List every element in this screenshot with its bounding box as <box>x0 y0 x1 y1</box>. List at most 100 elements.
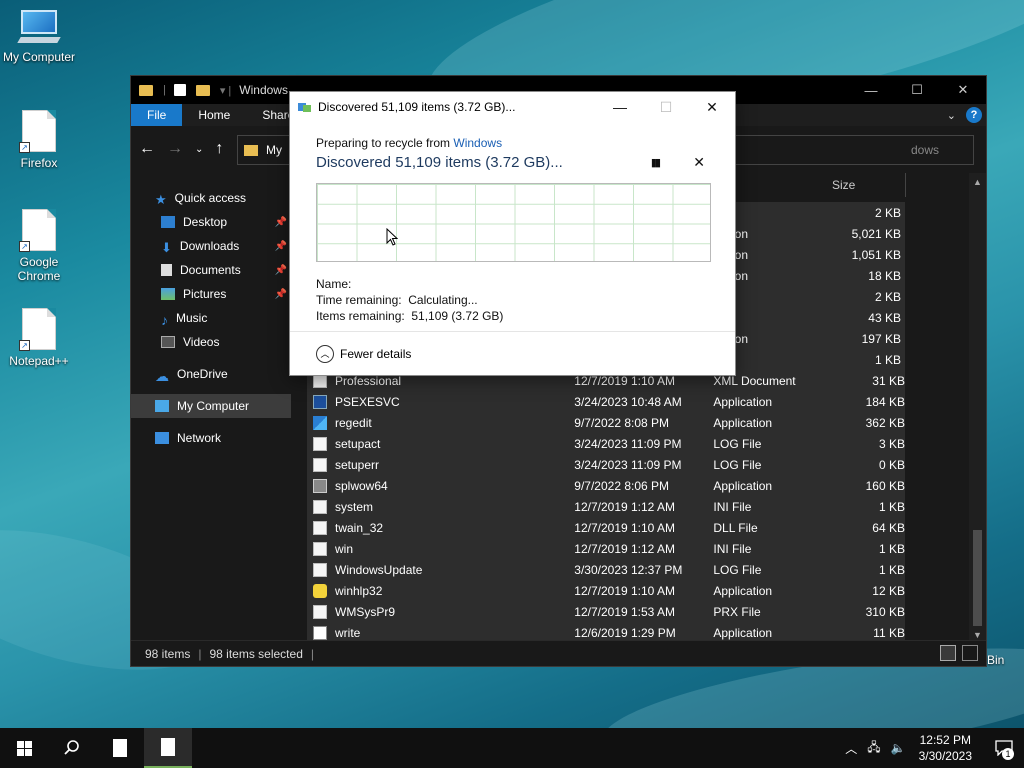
sidebar-item-quick-access[interactable]: ★ Quick access <box>131 186 291 210</box>
sidebar-item-desktop[interactable]: Desktop 📌 <box>131 210 291 234</box>
details-view-icon[interactable] <box>940 645 956 661</box>
items-remaining: Items remaining: 51,109 (3.72 GB) <box>316 309 504 323</box>
progress-heading-text: Discovered 51,109 items (3.72 GB)... <box>316 154 563 171</box>
file-type: LOG File <box>713 457 762 472</box>
expand-ribbon-icon[interactable]: ⌄ <box>947 109 956 122</box>
file-type: PRX File <box>713 604 761 619</box>
help-icon <box>313 583 327 598</box>
search-input[interactable]: dows <box>704 135 974 165</box>
maximize-button[interactable]: ☐ <box>894 76 940 104</box>
table-row[interactable]: WindowsUpdate 3/30/2023 12:37 PM LOG File 1… <box>307 559 905 580</box>
desktop-icon-google-chrome[interactable]: ↗ Google Chrome <box>1 209 77 283</box>
qat-dropdown-icon[interactable]: ▾ | <box>220 84 231 97</box>
pin-icon[interactable]: 📌 <box>275 241 287 252</box>
recent-locations-icon[interactable]: ⌄ <box>195 144 203 155</box>
network-icon[interactable]: 🖧 <box>867 738 880 759</box>
new-folder-icon[interactable] <box>195 84 210 96</box>
desktop-icon-notepad-plus-plus[interactable]: ↗ Notepad++ <box>1 308 77 368</box>
folder-icon <box>139 84 153 96</box>
dialog-maximize-button[interactable]: ☐ <box>643 92 689 122</box>
file-type: Application <box>713 478 773 493</box>
table-row[interactable]: WMSysPr9 12/7/2019 1:53 AM PRX File 310 KB <box>307 601 905 622</box>
table-row[interactable]: twain_32 12/7/2019 1:10 AM DLL File 64 KB <box>307 517 905 538</box>
pause-icon[interactable]: ▮▮ <box>651 156 661 169</box>
file-icon <box>113 739 127 757</box>
pin-icon[interactable]: 📌 <box>275 265 287 276</box>
file-type: DLL File <box>713 520 758 535</box>
file-icon <box>313 457 327 472</box>
file-name: splwow64 <box>335 478 388 493</box>
table-row[interactable]: win 12/7/2019 1:12 AM INI File 1 KB <box>307 538 905 559</box>
column-header-size[interactable]: Size <box>832 173 855 197</box>
table-row[interactable]: regedit 9/7/2022 8:08 PM Application 362 KB <box>307 412 905 433</box>
file-name: WindowsUpdate <box>335 562 423 577</box>
file-name: winhlp32 <box>335 583 383 598</box>
taskbar-app-file[interactable] <box>96 728 144 768</box>
computer-icon <box>17 10 61 46</box>
sidebar-item-label: Desktop <box>183 215 228 229</box>
source-folder-link[interactable]: Windows <box>453 136 502 150</box>
sidebar-item-videos[interactable]: Videos <box>131 330 291 354</box>
volume-icon[interactable]: 🔈 <box>891 741 906 755</box>
up-arrow-icon[interactable]: ↑ <box>215 140 223 158</box>
table-row[interactable]: splwow64 9/7/2022 8:06 PM Application 160 K… <box>307 475 905 496</box>
sidebar-item-label: Quick access <box>174 191 247 205</box>
preparing-text: Preparing to recycle from Windows <box>316 136 709 150</box>
back-arrow-icon[interactable]: ← <box>139 140 155 158</box>
search-icon <box>64 740 79 755</box>
scroll-up-icon[interactable]: ▲ <box>969 173 986 190</box>
vertical-scrollbar[interactable]: ▲ ▼ <box>969 173 986 643</box>
dialog-titlebar[interactable]: Discovered 51,109 items (3.72 GB)... — ☐… <box>290 92 735 122</box>
sidebar-item-network[interactable]: Network <box>131 426 291 450</box>
desktop-icon-label: Google Chrome <box>17 255 61 283</box>
fewer-details-button[interactable]: ︿ Fewer details <box>316 344 411 363</box>
tab-home[interactable]: Home <box>182 104 246 126</box>
sidebar-item-downloads[interactable]: ⬇ Downloads 📌 <box>131 234 291 258</box>
file-date: 9/7/2022 8:06 PM <box>574 478 670 493</box>
pin-icon[interactable]: 📌 <box>275 289 287 300</box>
pin-icon[interactable]: 📌 <box>275 217 287 228</box>
file-size: 11 KB <box>873 625 905 640</box>
file-type: LOG File <box>713 436 762 451</box>
cloud-icon: ☁ <box>155 368 169 384</box>
sidebar-item-music[interactable]: ♪ Music <box>131 306 291 330</box>
large-icons-view-icon[interactable] <box>962 645 978 661</box>
file-date: 3/30/2023 12:37 PM <box>574 562 683 577</box>
file-icon <box>313 604 327 619</box>
start-button[interactable] <box>0 728 48 768</box>
dialog-minimize-button[interactable]: — <box>597 92 643 122</box>
table-row[interactable]: winhlp32 12/7/2019 1:10 AM Application 12 K… <box>307 580 905 601</box>
sidebar-item-onedrive[interactable]: ☁ OneDrive <box>131 362 291 386</box>
file-size: 184 KB <box>865 394 905 409</box>
table-row[interactable]: setuperr 3/24/2023 11:09 PM LOG File 0 KB <box>307 454 905 475</box>
desktop-icon-firefox[interactable]: ↗ Firefox <box>1 110 77 170</box>
dialog-close-button[interactable]: ✕ <box>689 92 735 122</box>
table-row[interactable]: setupact 3/24/2023 11:09 PM LOG File 3 KB <box>307 433 905 454</box>
help-icon[interactable]: ? <box>966 107 982 123</box>
action-center-button[interactable]: 1 <box>984 728 1024 768</box>
scrollbar-thumb[interactable] <box>973 530 982 626</box>
sidebar-item-documents[interactable]: Documents 📌 <box>131 258 291 282</box>
file-list: Professional 12/7/2019 1:10 AM XML Documen… <box>307 370 905 643</box>
close-button[interactable]: ✕ <box>940 76 986 104</box>
sidebar-item-pictures[interactable]: Pictures 📌 <box>131 282 291 306</box>
sidebar-item-my-computer[interactable]: My Computer <box>131 394 291 418</box>
search-button[interactable] <box>48 728 96 768</box>
properties-icon[interactable] <box>173 84 186 96</box>
column-divider[interactable] <box>905 173 906 197</box>
minimize-button[interactable]: — <box>848 76 894 104</box>
file-size: 1 KB <box>878 499 905 514</box>
table-row[interactable]: PSEXESVC 3/24/2023 10:48 AM Application 184… <box>307 391 905 412</box>
forward-arrow-icon[interactable]: → <box>167 140 183 158</box>
time-remaining: Time remaining: Calculating... <box>316 293 478 307</box>
cancel-icon[interactable]: ✕ <box>693 154 705 171</box>
address-bar[interactable]: My <box>237 135 297 165</box>
taskbar-app-file-active[interactable] <box>144 728 192 768</box>
tab-file[interactable]: File <box>131 104 183 126</box>
clock[interactable]: 12:52 PM 3/30/2023 <box>919 732 972 764</box>
desktop-icon-my-computer[interactable]: My Computer <box>1 10 77 64</box>
recycle-bin-label[interactable]: Bin <box>987 653 1004 667</box>
star-icon: ★ <box>155 192 167 207</box>
table-row[interactable]: system 12/7/2019 1:12 AM INI File 1 KB <box>307 496 905 517</box>
chevron-up-icon[interactable]: ︿ <box>845 740 857 757</box>
